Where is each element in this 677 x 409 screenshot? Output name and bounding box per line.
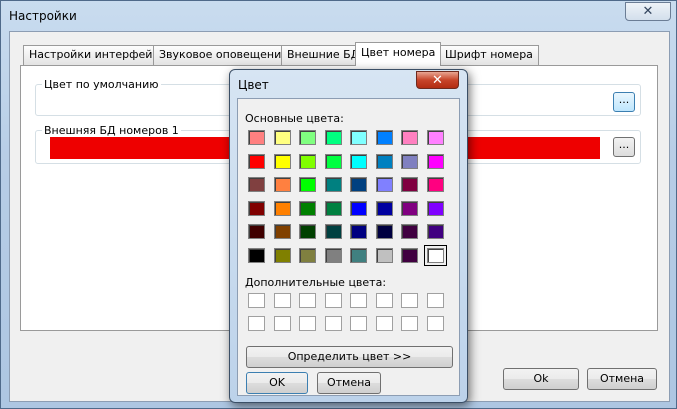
ok-button[interactable]: Ok	[503, 368, 579, 390]
basic-color-swatch[interactable]	[375, 247, 393, 263]
color-dialog-title: Цвет	[238, 78, 269, 92]
basic-color-swatch[interactable]	[324, 153, 342, 169]
custom-color-swatch[interactable]	[248, 293, 265, 308]
basic-color-swatch[interactable]	[299, 177, 316, 192]
tab-external-db[interactable]: Внешние БД	[281, 45, 366, 65]
custom-color-swatch[interactable]	[426, 316, 444, 331]
basic-color-swatch[interactable]	[248, 153, 265, 169]
basic-color-swatch[interactable]	[350, 200, 367, 216]
tab-number-color[interactable]: Цвет номера	[355, 42, 442, 66]
basic-color-swatch[interactable]	[248, 247, 265, 263]
external-db-color-browse-button[interactable]: ...	[613, 137, 635, 157]
basic-color-swatch[interactable]	[299, 130, 316, 145]
basic-color-swatch[interactable]	[273, 177, 291, 192]
basic-color-swatch[interactable]	[273, 247, 291, 263]
custom-color-swatch[interactable]	[401, 293, 418, 308]
basic-color-swatch[interactable]	[324, 200, 342, 216]
basic-color-swatch[interactable]	[401, 153, 418, 169]
basic-color-swatch[interactable]	[350, 153, 367, 169]
custom-color-swatch[interactable]	[375, 316, 393, 331]
tab-sound-notification[interactable]: Звуковое оповещение	[153, 45, 295, 65]
group-default-color-label: Цвет по умолчанию	[42, 78, 161, 91]
basic-color-swatch[interactable]	[273, 153, 291, 169]
tab-interface-settings[interactable]: Настройки интерфейса	[23, 45, 172, 65]
basic-color-swatch[interactable]	[401, 247, 418, 263]
custom-colors-label: Дополнительные цвета:	[245, 276, 387, 289]
basic-color-swatch[interactable]	[375, 200, 393, 216]
close-icon: ✕	[642, 4, 654, 19]
custom-color-swatch[interactable]	[324, 293, 342, 308]
basic-color-swatch[interactable]	[273, 224, 291, 239]
tab-number-font[interactable]: Шрифт номера	[439, 45, 539, 65]
custom-color-swatch[interactable]	[401, 316, 418, 331]
custom-color-swatch[interactable]	[273, 293, 291, 308]
basic-colors-label: Основные цвета:	[245, 112, 344, 125]
custom-color-swatch[interactable]	[375, 293, 393, 308]
basic-color-swatch[interactable]	[375, 130, 393, 145]
custom-color-swatch[interactable]	[273, 316, 291, 331]
basic-color-swatch[interactable]	[423, 244, 447, 266]
basic-color-swatch[interactable]	[248, 200, 265, 216]
basic-color-swatch[interactable]	[426, 153, 444, 169]
window-close-button[interactable]: ✕	[625, 2, 671, 21]
cancel-button[interactable]: Отмена	[587, 368, 657, 390]
basic-color-swatch[interactable]	[273, 130, 291, 145]
basic-color-swatch[interactable]	[299, 247, 316, 263]
custom-color-swatch[interactable]	[299, 316, 316, 331]
custom-color-swatch[interactable]	[350, 293, 367, 308]
custom-color-swatch[interactable]	[248, 316, 265, 331]
basic-color-swatch[interactable]	[273, 200, 291, 216]
custom-color-swatch[interactable]	[426, 293, 444, 308]
basic-color-swatch[interactable]	[350, 130, 367, 145]
basic-color-swatch[interactable]	[426, 200, 444, 216]
color-dialog-ok-button[interactable]: OK	[246, 372, 308, 394]
basic-color-swatch[interactable]	[401, 224, 418, 239]
window-title: Настройки	[9, 9, 77, 23]
color-dialog-cancel-button[interactable]: Отмена	[317, 372, 381, 394]
default-color-browse-button[interactable]: ...	[613, 92, 635, 112]
basic-color-swatch[interactable]	[248, 224, 265, 239]
color-dialog: Цвет ✕ Основные цвета: Дополнительные цв…	[229, 69, 468, 403]
basic-color-swatch[interactable]	[350, 247, 367, 263]
basic-color-swatch[interactable]	[426, 177, 444, 192]
custom-color-swatch[interactable]	[299, 293, 316, 308]
basic-color-swatch[interactable]	[375, 224, 393, 239]
basic-color-swatch[interactable]	[248, 177, 265, 192]
basic-color-swatch[interactable]	[324, 130, 342, 145]
basic-color-swatch[interactable]	[299, 200, 316, 216]
close-icon: ✕	[432, 72, 443, 88]
basic-color-swatch[interactable]	[401, 130, 418, 145]
basic-color-swatch[interactable]	[375, 153, 393, 169]
basic-color-swatch[interactable]	[426, 224, 444, 239]
color-dialog-close-button[interactable]: ✕	[416, 71, 459, 89]
group-external-db-label: Внешняя БД номеров 1	[42, 124, 181, 137]
basic-color-swatch[interactable]	[324, 247, 342, 263]
basic-color-swatch[interactable]	[426, 130, 444, 145]
basic-color-swatch[interactable]	[375, 177, 393, 192]
basic-color-swatch[interactable]	[324, 224, 342, 239]
basic-color-swatch[interactable]	[324, 177, 342, 192]
basic-color-swatch[interactable]	[248, 130, 265, 145]
color-dialog-body: Основные цвета: Дополнительные цвета: Оп…	[237, 98, 460, 396]
custom-color-swatch[interactable]	[350, 316, 367, 331]
basic-color-swatch[interactable]	[350, 224, 367, 239]
basic-color-swatch[interactable]	[401, 177, 418, 192]
basic-color-swatch[interactable]	[299, 224, 316, 239]
basic-color-swatch[interactable]	[350, 177, 367, 192]
define-custom-color-button[interactable]: Определить цвет >>	[246, 346, 453, 368]
basic-color-swatch[interactable]	[401, 200, 418, 216]
custom-color-swatch[interactable]	[324, 316, 342, 331]
basic-color-swatch[interactable]	[299, 153, 316, 169]
